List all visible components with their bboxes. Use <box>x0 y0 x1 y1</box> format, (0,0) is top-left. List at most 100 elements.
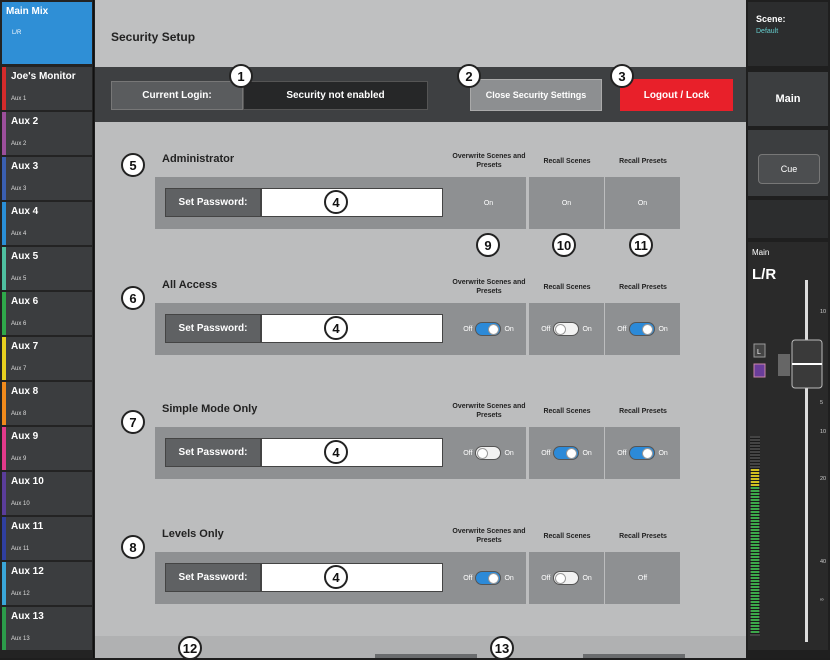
meter-segment-gap <box>750 501 760 502</box>
meter-segment-gap <box>750 600 760 601</box>
callout-2: 2 <box>457 64 481 88</box>
sidebar-item-aux-10[interactable]: Aux 10 Aux 10 <box>2 472 92 515</box>
bottom-button-right[interactable] <box>583 654 685 658</box>
toggle-knob <box>488 573 500 584</box>
permission-cell[interactable]: On <box>605 177 680 229</box>
meter-segment-gap <box>750 591 760 592</box>
channel-badge-label: L <box>757 349 761 356</box>
sidebar-item-sublabel: Aux 11 <box>11 546 30 552</box>
cue-button[interactable]: Cue <box>758 154 820 184</box>
main-button[interactable]: Main <box>748 72 828 126</box>
meter-segment-gap <box>750 495 760 496</box>
security-setup-panel: Security Setup Current Login: Security n… <box>95 0 746 658</box>
permission-toggle[interactable]: Off On <box>617 322 668 336</box>
meter-segment-gap <box>750 489 760 490</box>
permission-toggle[interactable]: Off On <box>541 322 592 336</box>
meter-segment-gap <box>750 516 760 517</box>
sidebar-item-aux-1[interactable]: Joe's Monitor Aux 1 <box>2 67 92 110</box>
close-security-settings-button[interactable]: Close Security Settings <box>470 79 602 111</box>
bottom-button-left[interactable] <box>375 654 477 658</box>
sidebar-item-aux-5[interactable]: Aux 5 Aux 5 <box>2 247 92 290</box>
sidebar-item-aux-4[interactable]: Aux 4 Aux 4 <box>2 202 92 245</box>
permission-value: Off <box>637 574 648 582</box>
scale-mark-20: 20 <box>820 476 826 482</box>
toggle-switch[interactable] <box>553 571 580 585</box>
logout-lock-button[interactable]: Logout / Lock <box>620 79 733 111</box>
permission-toggle[interactable]: Off On <box>617 446 668 460</box>
callout-12: 12 <box>178 636 202 660</box>
toggle-switch[interactable] <box>553 322 580 336</box>
meter-segment-gap <box>750 606 760 607</box>
callout-4: 4 <box>324 316 348 340</box>
sidebar-item-label: Aux 11 <box>11 521 44 532</box>
sidebar-item-aux-12[interactable]: Aux 12 Aux 12 <box>2 562 92 605</box>
password-row: Set Password: <box>155 552 451 604</box>
toggle-switch[interactable] <box>629 322 656 336</box>
sidebar-item-aux-3[interactable]: Aux 3 Aux 3 <box>2 157 92 200</box>
meter-segment-gap <box>750 576 760 577</box>
permission-cell[interactable]: On <box>529 177 604 229</box>
cue-block: Cue <box>748 130 828 196</box>
sidebar-item-sublabel: Aux 4 <box>11 231 27 237</box>
meter-segment-gap <box>750 483 760 484</box>
column-header-3: Recall Presets <box>619 158 667 165</box>
permission-cell: Off On <box>529 303 604 355</box>
main-channel-strip: Main L/R L 10 5 10 20 40 ∞ <box>748 242 828 650</box>
sidebar-item-sublabel: Aux 12 <box>11 591 30 597</box>
toggle-switch[interactable] <box>475 322 502 336</box>
meter-segment-gap <box>750 582 760 583</box>
set-password-label: Set Password: <box>165 314 261 343</box>
sidebar-item-aux-7[interactable]: Aux 7 Aux 7 <box>2 337 92 380</box>
column-header-3: Recall Presets <box>619 533 667 540</box>
password-input[interactable] <box>261 438 443 467</box>
permission-toggle[interactable]: Off On <box>463 571 514 585</box>
meter-segment-gap <box>750 522 760 523</box>
scene-indicator[interactable]: Scene: Default <box>748 2 828 66</box>
password-input[interactable] <box>261 563 443 592</box>
toggle-on-label: On <box>504 574 514 582</box>
toggle-switch[interactable] <box>475 446 502 460</box>
permission-cell: Off On <box>451 303 526 355</box>
sidebar-item-aux-9[interactable]: Aux 9 Aux 9 <box>2 427 92 470</box>
sidebar-item-aux-11[interactable]: Aux 11 Aux 11 <box>2 517 92 560</box>
meter-segment-gap <box>750 438 760 439</box>
callout-10: 10 <box>552 233 576 257</box>
sidebar-item-sublabel: Aux 7 <box>11 366 27 372</box>
meter-segment-gap <box>750 471 760 472</box>
set-password-label: Set Password: <box>165 563 261 592</box>
toggle-switch[interactable] <box>629 446 656 460</box>
sidebar-item-sublabel: Aux 8 <box>11 411 27 417</box>
fader-guard <box>778 354 790 376</box>
sidebar-item-label: Aux 8 <box>11 386 39 397</box>
meter-segment-gap <box>750 543 760 544</box>
meter-segment-gap <box>750 468 760 469</box>
password-input[interactable] <box>261 314 443 343</box>
sidebar-item-aux-13[interactable]: Aux 13 Aux 13 <box>2 607 92 650</box>
permission-toggle[interactable]: Off On <box>541 571 592 585</box>
sidebar-item-label: Aux 3 <box>11 161 39 172</box>
column-header-2: Recall Scenes <box>543 408 591 415</box>
section-title-all-access: All Access <box>162 279 218 291</box>
permission-value: On <box>637 199 648 207</box>
permission-toggle[interactable]: Off On <box>541 446 592 460</box>
meter-segment-gap <box>750 567 760 568</box>
sidebar-item-aux-6[interactable]: Aux 6 Aux 6 <box>2 292 92 335</box>
section-title-simple-mode-only: Simple Mode Only <box>162 403 258 415</box>
permission-cell[interactable]: Off <box>605 552 680 604</box>
meter-segment-gap <box>750 537 760 538</box>
meter-segment-gap <box>750 492 760 493</box>
sidebar-item-label: Aux 4 <box>11 206 39 217</box>
permission-cell[interactable]: On <box>451 177 526 229</box>
fader-track <box>805 280 808 642</box>
permission-toggle[interactable]: Off On <box>463 322 514 336</box>
toggle-switch[interactable] <box>553 446 580 460</box>
fader-cap-line <box>792 363 822 365</box>
permission-toggle[interactable]: Off On <box>463 446 514 460</box>
toggle-switch[interactable] <box>475 571 502 585</box>
sidebar-item-aux-8[interactable]: Aux 8 Aux 8 <box>2 382 92 425</box>
password-input[interactable] <box>261 188 443 217</box>
meter-segment-gap <box>750 441 760 442</box>
sidebar-item-aux-2[interactable]: Aux 2 Aux 2 <box>2 112 92 155</box>
main-mix-tab[interactable]: Main Mix L/R <box>2 2 92 64</box>
meter-segment-gap <box>750 585 760 586</box>
